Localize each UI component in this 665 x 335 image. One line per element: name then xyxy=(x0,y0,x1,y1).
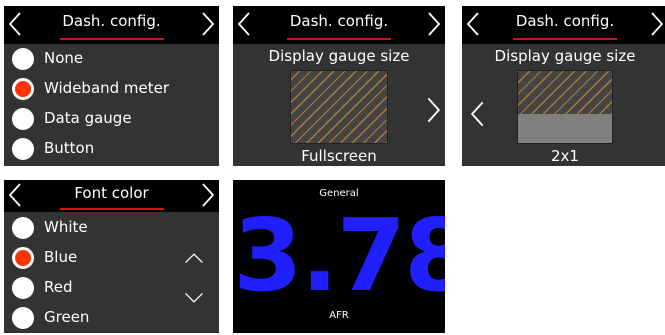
screen-header: Font color xyxy=(4,180,219,212)
radio-label: Button xyxy=(44,139,95,157)
title-underline xyxy=(59,38,164,40)
screen-title: Dash. config. xyxy=(62,12,161,30)
gauge-size-preview xyxy=(290,70,388,144)
chevron-right-icon[interactable] xyxy=(423,10,443,38)
radio-label: Green xyxy=(44,308,90,326)
radio-button-selected[interactable] xyxy=(12,78,34,100)
screen-title: Dash. config. xyxy=(289,12,389,30)
radio-label: None xyxy=(44,49,84,67)
radio-button[interactable] xyxy=(12,138,34,160)
radio-button[interactable] xyxy=(12,307,34,329)
gauge-size-screen-fullscreen: Dash. config. Display gauge size Fullscr… xyxy=(233,6,445,166)
radio-button[interactable] xyxy=(12,217,34,239)
radio-button[interactable] xyxy=(12,48,34,70)
chevron-right-icon[interactable] xyxy=(646,10,665,38)
gauge-size-screen-2x1: Dash. config. Display gauge size 2x1 xyxy=(462,6,665,166)
chevron-right-icon[interactable] xyxy=(197,181,217,209)
gauge-size-heading: Display gauge size xyxy=(494,47,636,65)
chevron-right-icon[interactable] xyxy=(423,96,441,123)
gauge-fill-area xyxy=(291,71,387,143)
gauge-size-caption: Fullscreen xyxy=(301,147,377,165)
screen-header: Dash. config. xyxy=(233,6,445,44)
afr-value: 3.78 xyxy=(233,197,445,314)
title-underline xyxy=(513,38,617,40)
radio-label: White xyxy=(44,218,88,236)
radio-button[interactable] xyxy=(12,277,34,299)
radio-button-selected[interactable] xyxy=(12,247,34,269)
radio-label: Wideband meter xyxy=(44,79,170,97)
gauge-fill-area xyxy=(518,71,612,114)
gauge-size-preview xyxy=(517,70,613,144)
screen-title: Dash. config. xyxy=(515,12,615,30)
title-underline xyxy=(59,208,164,210)
gauge-empty-area xyxy=(518,114,612,143)
radio-label: Red xyxy=(44,278,73,296)
chevron-down-icon[interactable] xyxy=(184,284,210,303)
chevron-left-icon[interactable] xyxy=(468,100,484,127)
gauge-size-heading: Display gauge size xyxy=(268,47,410,65)
radio-label: Data gauge xyxy=(44,109,132,127)
chevron-up-icon[interactable] xyxy=(184,244,210,264)
afr-gauge-screen: General 3.78 AFR xyxy=(233,180,445,333)
screen-header: Dash. config. xyxy=(4,6,219,44)
gauge-unit-label: AFR xyxy=(329,310,349,321)
screen-title: Font color xyxy=(74,184,149,202)
chevron-right-icon[interactable] xyxy=(197,10,217,38)
font-color-screen: Font color White Blue Red Green xyxy=(4,180,219,333)
gauge-size-caption: 2x1 xyxy=(551,147,579,165)
screen-header: Dash. config. xyxy=(462,6,665,44)
title-underline xyxy=(287,38,391,40)
dash-config-screen-type: Dash. config. None Wideband meter Data g… xyxy=(4,6,219,166)
radio-label: Blue xyxy=(44,248,78,266)
radio-button[interactable] xyxy=(12,108,34,130)
